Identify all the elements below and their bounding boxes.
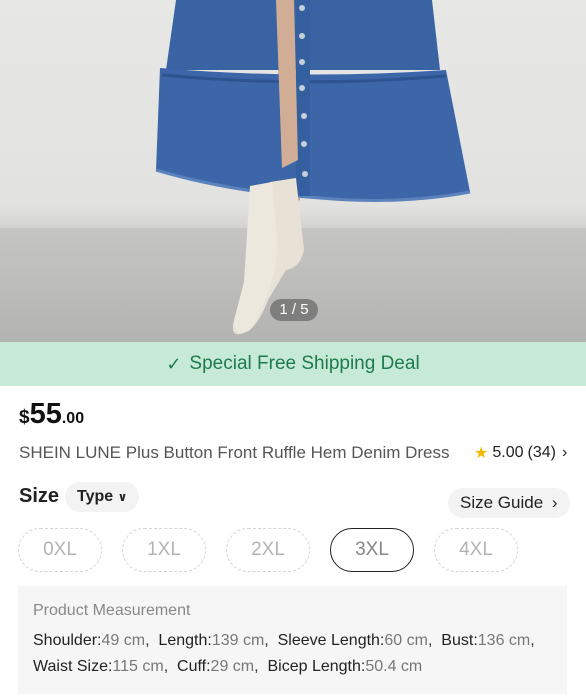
measurement-value: 29 cm — [210, 658, 255, 675]
size-type-label: Type — [77, 488, 114, 505]
size-guide-label: Size Guide — [460, 493, 544, 512]
star-icon: ★ — [474, 445, 489, 462]
checkmark-icon: ✓ — [166, 353, 182, 374]
size-option-4xl[interactable]: 4XL — [434, 528, 518, 572]
measurement-list: Shoulder:49 cm, Length:139 cm, Sleeve Le… — [33, 632, 540, 675]
measurement-key: Bicep Length: — [267, 658, 366, 675]
measurement-value: 60 cm — [384, 632, 428, 649]
measurement-heading: Product Measurement — [33, 602, 191, 619]
dress-illustration — [155, 0, 471, 335]
review-count: (34) — [527, 444, 556, 461]
image-counter: 1 / 5 — [270, 299, 318, 321]
price: $ 55 .00 — [19, 398, 84, 431]
measurement-value: 50.4 cm — [365, 658, 423, 675]
price-whole: 55 — [29, 398, 62, 430]
price-currency: $ — [19, 407, 30, 428]
product-image[interactable]: 1 / 5 — [0, 0, 586, 342]
chevron-down-icon: ∨ — [117, 490, 128, 504]
price-cents: .00 — [61, 410, 85, 427]
measurement-key: Shoulder: — [33, 632, 102, 649]
measurement-value: 49 cm — [101, 632, 146, 649]
shipping-banner-text: Special Free Shipping Deal — [189, 353, 420, 374]
size-type-dropdown[interactable]: Type ∨ — [65, 482, 140, 512]
size-options: 0XL 1XL 2XL 3XL 4XL — [18, 528, 518, 572]
shipping-banner[interactable]: ✓ Special Free Shipping Deal — [0, 342, 586, 386]
chevron-right-icon: › — [551, 493, 558, 512]
product-measurement: Product Measurement Shoulder:49 cm, Leng… — [18, 586, 567, 694]
rating-link[interactable]: ★ 5.00 (34) › — [474, 443, 567, 463]
measurement-key: Length: — [158, 632, 212, 649]
measurement-value: 139 cm — [211, 632, 265, 649]
chevron-right-icon: › — [561, 444, 568, 461]
size-guide-button[interactable]: Size Guide › — [448, 488, 570, 518]
size-option-3xl[interactable]: 3XL — [330, 528, 414, 572]
product-title: SHEIN LUNE Plus Button Front Ruffle Hem … — [19, 443, 450, 462]
measurement-value: 136 cm — [477, 632, 531, 649]
measurement-key: Waist Size: — [33, 658, 113, 675]
size-option-0xl[interactable]: 0XL — [18, 528, 102, 572]
measurement-key: Bust: — [441, 632, 478, 649]
measurement-value: 115 cm — [112, 658, 164, 675]
measurement-key: Sleeve Length: — [277, 632, 385, 649]
size-label: Size — [19, 485, 60, 507]
measurement-key: Cuff: — [177, 658, 211, 675]
size-option-1xl[interactable]: 1XL — [122, 528, 206, 572]
size-option-2xl[interactable]: 2XL — [226, 528, 310, 572]
rating-value: 5.00 — [492, 444, 524, 461]
